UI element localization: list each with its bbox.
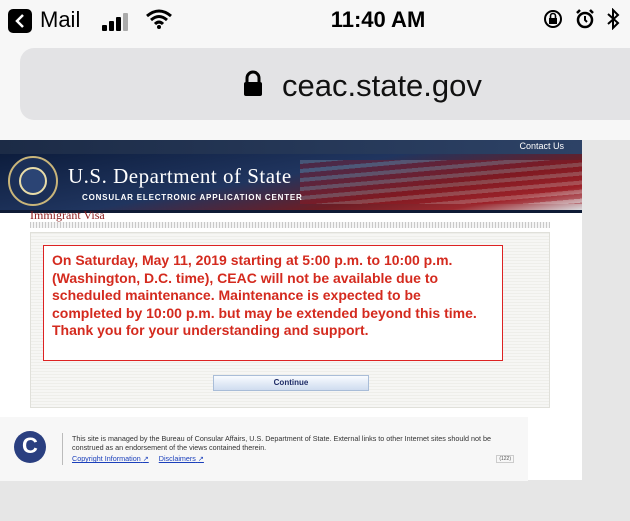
url-text[interactable]: ceac.state.gov xyxy=(282,68,482,104)
state-department-seal xyxy=(8,156,58,206)
page-code: (122) xyxy=(496,455,514,463)
copyright-link[interactable]: Copyright Information ↗ xyxy=(72,454,149,463)
copyright-link-label[interactable]: Copyright Information xyxy=(72,454,141,463)
department-subtitle: CONSULAR ELECTRONIC APPLICATION CENTER xyxy=(82,193,303,202)
clock: 11:40 AM xyxy=(330,7,426,32)
footer: C This site is managed by the Bureau of … xyxy=(0,417,528,481)
alarm-icon xyxy=(576,9,594,29)
consular-affairs-logo: C xyxy=(14,431,46,463)
address-bar[interactable]: ceac.state.gov xyxy=(20,48,630,120)
logo-letter: C xyxy=(22,433,38,458)
contact-us-link[interactable]: Contact Us xyxy=(519,141,564,151)
external-link-icon: ↗ xyxy=(142,454,149,463)
page-title: Immigrant Visa xyxy=(30,208,105,222)
header-banner: U.S. Department of State CONSULAR ELECTR… xyxy=(0,154,582,210)
flag-stripes xyxy=(300,160,582,204)
footer-links: Copyright Information ↗ Disclaimers ↗ xyxy=(72,454,212,463)
footer-divider xyxy=(62,433,63,465)
message-container: On Saturday, May 11, 2019 starting at 5:… xyxy=(30,232,550,408)
notice-text: On Saturday, May 11, 2019 starting at 5:… xyxy=(52,252,477,338)
continue-button[interactable]: Continue xyxy=(213,375,369,391)
disclaimers-link-label[interactable]: Disclaimers xyxy=(159,454,196,463)
lock-icon xyxy=(244,70,262,96)
department-name: U.S. Department of State xyxy=(68,164,292,188)
bluetooth-icon xyxy=(607,8,620,30)
dotted-divider xyxy=(30,222,550,228)
orientation-lock-icon xyxy=(544,10,562,28)
screen: Mail 11:40 AM ceac.state.gov Contact Us … xyxy=(0,0,630,521)
status-bar: Mail 11:40 AM xyxy=(0,0,630,40)
seal-eagle xyxy=(19,167,47,195)
external-link-icon: ↗ xyxy=(197,454,204,463)
web-page: Contact Us U.S. Department of State CONS… xyxy=(0,140,630,521)
status-icons xyxy=(542,8,620,30)
browser-chrome: ceac.state.gov xyxy=(0,40,630,140)
utility-bar: Contact Us xyxy=(0,140,582,154)
maintenance-notice: On Saturday, May 11, 2019 starting at 5:… xyxy=(43,245,503,361)
content-panel: Contact Us U.S. Department of State CONS… xyxy=(0,140,582,481)
disclaimers-link[interactable]: Disclaimers ↗ xyxy=(159,454,204,463)
footer-disclaimer-text: This site is managed by the Bureau of Co… xyxy=(72,434,491,452)
